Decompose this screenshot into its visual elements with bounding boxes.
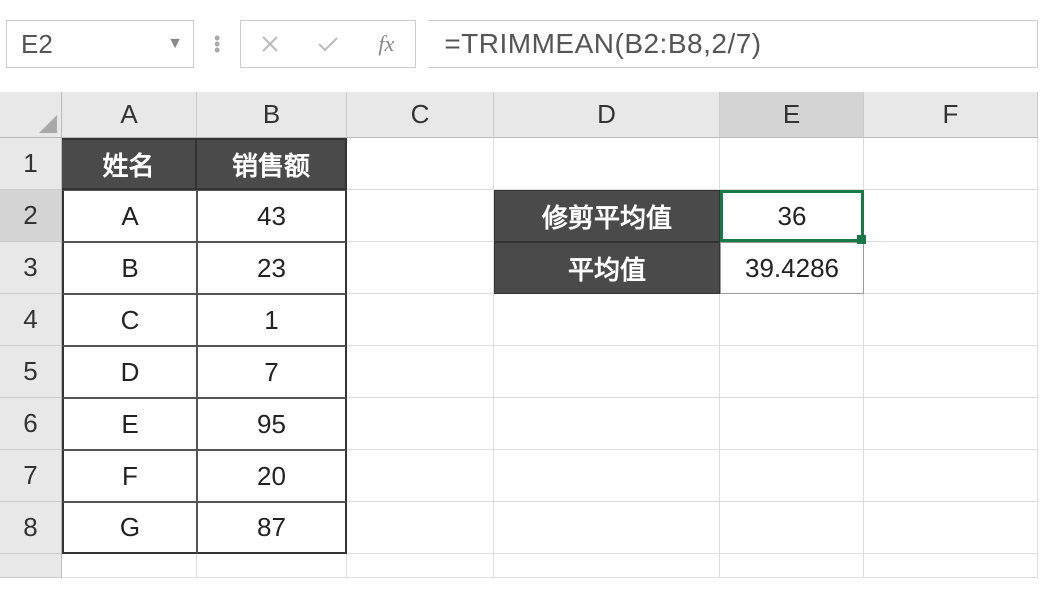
col-header-E[interactable]: E	[720, 92, 864, 138]
cell-B7[interactable]: 20	[197, 450, 347, 502]
cell-D6[interactable]	[494, 398, 720, 450]
table-row: 5 D 7	[0, 346, 1044, 398]
col-header-B[interactable]: B	[197, 92, 347, 138]
column-headers-row: A B C D E F	[0, 92, 1044, 138]
cell-A7[interactable]: F	[62, 450, 197, 502]
fx-button[interactable]: fx	[357, 20, 415, 68]
row-header-7[interactable]: 7	[0, 450, 62, 502]
col-header-F[interactable]: F	[864, 92, 1038, 138]
row-header-6[interactable]: 6	[0, 398, 62, 450]
cell-E3[interactable]: 39.4286	[720, 242, 864, 294]
cell-C2[interactable]	[347, 190, 494, 242]
label-mean[interactable]: 平均值	[494, 242, 720, 294]
row-header-3[interactable]: 3	[0, 242, 62, 294]
cell-D5[interactable]	[494, 346, 720, 398]
row-header-8[interactable]: 8	[0, 502, 62, 554]
cell-E8[interactable]	[720, 502, 864, 554]
table-row: 4 C 1	[0, 294, 1044, 346]
cell-A5[interactable]: D	[62, 346, 197, 398]
cell-C4[interactable]	[347, 294, 494, 346]
cell-F4[interactable]	[864, 294, 1038, 346]
chevron-down-icon[interactable]: ▼	[167, 35, 183, 53]
cell-F5[interactable]	[864, 346, 1038, 398]
label-trimmed-mean[interactable]: 修剪平均值	[494, 190, 720, 242]
cell-F1[interactable]	[864, 138, 1038, 190]
formula-controls: fx	[240, 20, 416, 68]
formula-input[interactable]: =TRIMMEAN(B2:B8,2/7)	[428, 20, 1038, 68]
cell-F6[interactable]	[864, 398, 1038, 450]
table-row: 1 姓名 销售额	[0, 138, 1044, 190]
cell-D7[interactable]	[494, 450, 720, 502]
table-row: 8 G 87	[0, 502, 1044, 554]
cell-D8[interactable]	[494, 502, 720, 554]
col-header-C[interactable]: C	[347, 92, 494, 138]
cell-A3[interactable]: B	[62, 242, 197, 294]
table-row: 3 B 23 平均值 39.4286	[0, 242, 1044, 294]
name-box-value: E2	[21, 29, 53, 60]
cell-E5[interactable]	[720, 346, 864, 398]
row-header-2[interactable]: 2	[0, 190, 62, 242]
cell-F8[interactable]	[864, 502, 1038, 554]
formula-bar: E2 ▼ ••• fx =TRIMMEAN(B2:B8,2/7)	[0, 0, 1044, 86]
cell-D9[interactable]	[494, 554, 720, 578]
select-all-corner[interactable]	[0, 92, 62, 138]
cell-A8[interactable]: G	[62, 502, 197, 554]
row-header-9[interactable]	[0, 554, 62, 578]
table-row: 7 F 20	[0, 450, 1044, 502]
cell-E4[interactable]	[720, 294, 864, 346]
cell-E2[interactable]: 36	[720, 190, 864, 242]
cell-D1[interactable]	[494, 138, 720, 190]
cell-B8[interactable]: 87	[197, 502, 347, 554]
cell-B5[interactable]: 7	[197, 346, 347, 398]
cell-C8[interactable]	[347, 502, 494, 554]
cancel-formula-button[interactable]	[241, 20, 299, 68]
cell-E6[interactable]	[720, 398, 864, 450]
cell-B9[interactable]	[197, 554, 347, 578]
cell-C9[interactable]	[347, 554, 494, 578]
cell-F3[interactable]	[864, 242, 1038, 294]
row-header-1[interactable]: 1	[0, 138, 62, 190]
cell-A2[interactable]: A	[62, 190, 197, 242]
col-header-A[interactable]: A	[62, 92, 197, 138]
header-sales[interactable]: 销售额	[197, 138, 347, 190]
cell-F2[interactable]	[864, 190, 1038, 242]
grid-rows: 1 姓名 销售额 2 A 43 修剪平均值 36 3 B 23 平均值 39.4…	[0, 138, 1044, 578]
cell-A6[interactable]: E	[62, 398, 197, 450]
cell-C1[interactable]	[347, 138, 494, 190]
table-row: 6 E 95	[0, 398, 1044, 450]
cell-A4[interactable]: C	[62, 294, 197, 346]
row-header-5[interactable]: 5	[0, 346, 62, 398]
name-box[interactable]: E2 ▼	[6, 20, 194, 68]
header-name[interactable]: 姓名	[62, 138, 197, 190]
cell-C6[interactable]	[347, 398, 494, 450]
spreadsheet-grid: A B C D E F 1 姓名 销售额 2 A 43 修剪平均值 36	[0, 92, 1044, 578]
confirm-formula-button[interactable]	[299, 20, 357, 68]
cell-F7[interactable]	[864, 450, 1038, 502]
cell-B2[interactable]: 43	[197, 190, 347, 242]
cell-C5[interactable]	[347, 346, 494, 398]
cell-F9[interactable]	[864, 554, 1038, 578]
cell-B3[interactable]: 23	[197, 242, 347, 294]
cell-E1[interactable]	[720, 138, 864, 190]
cell-A9[interactable]	[62, 554, 197, 578]
cell-C3[interactable]	[347, 242, 494, 294]
table-row	[0, 554, 1044, 578]
row-header-4[interactable]: 4	[0, 294, 62, 346]
cell-D4[interactable]	[494, 294, 720, 346]
vertical-dots-icon[interactable]: •••	[206, 35, 228, 53]
cell-B6[interactable]: 95	[197, 398, 347, 450]
formula-text: =TRIMMEAN(B2:B8,2/7)	[444, 28, 761, 60]
cell-E9[interactable]	[720, 554, 864, 578]
cell-B4[interactable]: 1	[197, 294, 347, 346]
cell-C7[interactable]	[347, 450, 494, 502]
table-row: 2 A 43 修剪平均值 36	[0, 190, 1044, 242]
col-header-D[interactable]: D	[494, 92, 720, 138]
cell-E7[interactable]	[720, 450, 864, 502]
